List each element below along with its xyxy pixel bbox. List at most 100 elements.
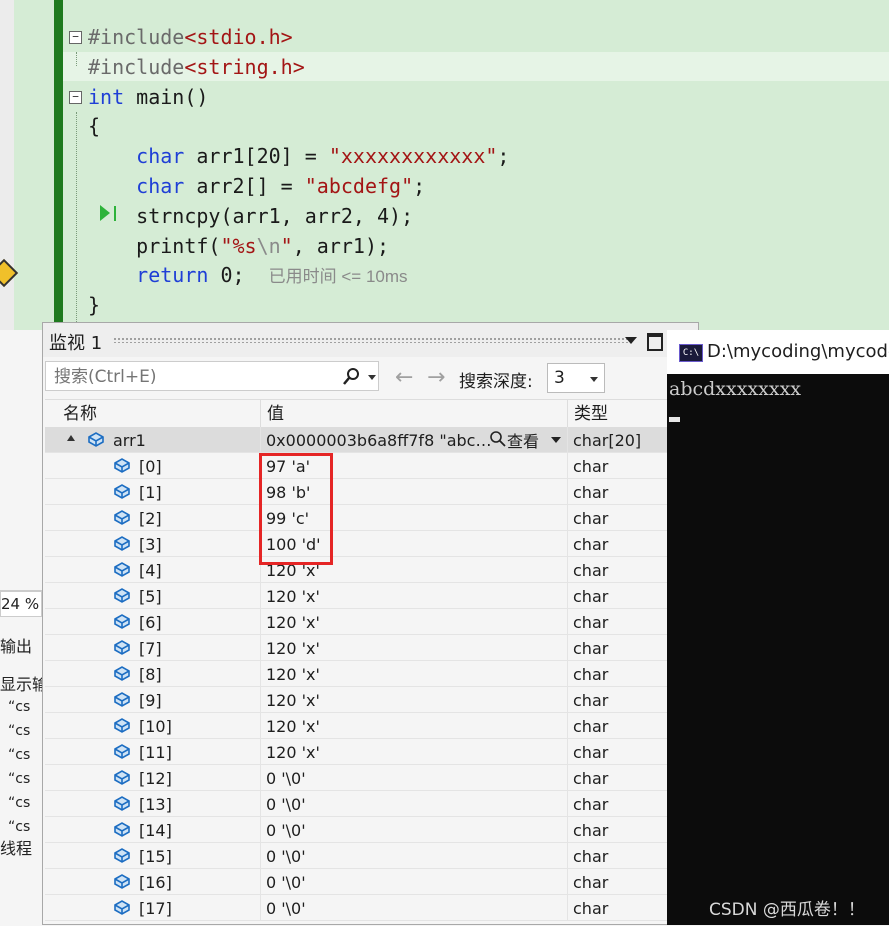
cell-divider (260, 739, 261, 765)
watch-name: [9] (139, 691, 162, 710)
watch-row[interactable]: [17] 0 '\0' char (45, 895, 698, 921)
watch-value[interactable]: 120 'x' (266, 613, 320, 632)
watch-row[interactable]: [0] 97 'a' char (45, 453, 698, 479)
watch-row[interactable]: [7] 120 'x' char (45, 635, 698, 661)
watch-type: char (573, 717, 609, 736)
cell-divider (567, 869, 568, 895)
code-line[interactable]: #include<string.h> (88, 52, 305, 82)
watch-row[interactable]: [1] 98 'b' char (45, 479, 698, 505)
watch-value[interactable]: 0 '\0' (266, 899, 306, 918)
search-depth-select[interactable]: 3 (547, 363, 605, 393)
watch-name: [16] (139, 873, 172, 892)
cell-divider (567, 635, 568, 661)
watch-row[interactable]: [10] 120 'x' char (45, 713, 698, 739)
code-line[interactable]: int main() (88, 82, 208, 112)
watch-row[interactable]: [12] 0 '\0' char (45, 765, 698, 791)
watch-row[interactable]: [11] 120 'x' char (45, 739, 698, 765)
search-input[interactable] (52, 366, 326, 388)
watch-value[interactable]: 0 '\0' (266, 873, 306, 892)
search-back-arrow-icon[interactable]: ← (395, 365, 413, 390)
magnifier-icon[interactable] (489, 430, 507, 448)
watch-type: char (573, 691, 609, 710)
cell-divider (567, 531, 568, 557)
column-value[interactable]: 值 (261, 400, 561, 428)
watch-value[interactable]: 120 'x' (266, 691, 320, 710)
visualizer-chevron-down-icon[interactable] (551, 437, 561, 443)
collapse-triangle-icon[interactable] (67, 435, 75, 441)
code-token: printf( (88, 233, 221, 258)
watch-titlebar[interactable]: 监视 1 (43, 323, 698, 357)
variable-icon (114, 796, 130, 811)
watch-row-arr1[interactable]: arr1 0x0000003b6a8ff7f8 "abc… 查看 char[20… (45, 427, 698, 453)
watch-value[interactable]: 120 'x' (266, 587, 320, 606)
code-editor[interactable]: #include<stdio.h> − #include<string.h> int … (0, 0, 889, 330)
watch-value[interactable]: 120 'x' (266, 717, 320, 736)
watch-value[interactable]: 120 'x' (266, 665, 320, 684)
watch-row[interactable]: [3] 100 'd' char (45, 531, 698, 557)
code-token: > (280, 25, 293, 49)
search-depth-value: 3 (554, 368, 565, 388)
watch-value[interactable]: 0 '\0' (266, 769, 306, 788)
code-token: #include (88, 25, 185, 49)
watch-row[interactable]: [15] 0 '\0' char (45, 843, 698, 869)
code-token: < (184, 54, 197, 79)
code-line[interactable]: char arr1[20] = "xxxxxxxxxxxx"; (88, 141, 509, 171)
variable-icon (114, 874, 130, 889)
search-depth-label: 搜索深度: (459, 372, 533, 392)
drag-grip[interactable] (113, 337, 633, 343)
view-button[interactable]: 查看 (507, 428, 539, 452)
watch-row[interactable]: [13] 0 '\0' char (45, 791, 698, 817)
watch-row[interactable]: [2] 99 'c' char (45, 505, 698, 531)
variable-icon (114, 822, 130, 837)
watch-value[interactable]: 0 '\0' (266, 821, 306, 840)
watch-name: [5] (139, 587, 162, 606)
watch-row[interactable]: [9] 120 'x' char (45, 687, 698, 713)
chevron-down-icon[interactable] (590, 377, 598, 382)
code-token: ; (413, 174, 426, 198)
maximize-icon[interactable] (647, 333, 663, 351)
cell-divider (567, 557, 568, 583)
cell-divider (567, 661, 568, 687)
code-token: " (280, 233, 293, 258)
search-forward-arrow-icon[interactable]: → (427, 365, 445, 390)
search-options-chevron-icon[interactable] (368, 375, 376, 380)
search-icon[interactable] (342, 367, 360, 387)
watch-row[interactable]: [5] 120 'x' char (45, 583, 698, 609)
code-line[interactable]: #include<stdio.h> (88, 22, 293, 52)
code-line[interactable]: { (88, 111, 100, 141)
code-line[interactable]: char arr2[] = "abcdefg"; (88, 171, 425, 201)
code-token: , arr1); (292, 233, 390, 258)
code-line[interactable]: printf("%s\n", arr1); (88, 231, 389, 261)
code-line[interactable]: return 0; 已用时间 <= 10ms (88, 260, 407, 290)
watch-value[interactable]: 0 '\0' (266, 847, 306, 866)
zoom-level[interactable]: 24 % (0, 591, 42, 617)
code-token: ; (497, 144, 510, 169)
watch-row[interactable]: [8] 120 'x' char (45, 661, 698, 687)
watch-value[interactable]: 0x0000003b6a8ff7f8 "abc… (266, 431, 491, 450)
watch-row[interactable]: [6] 120 'x' char (45, 609, 698, 635)
editor-gutter[interactable] (14, 0, 54, 330)
watch-name: [15] (139, 847, 172, 866)
output-text-fragment: “cs (8, 771, 31, 787)
watch-row[interactable]: [16] 0 '\0' char (45, 869, 698, 895)
window-menu-dropdown-icon[interactable] (625, 337, 637, 344)
code-line[interactable]: } (88, 290, 100, 320)
fold-collapse-icon[interactable]: − (69, 90, 82, 104)
watch-row[interactable]: [14] 0 '\0' char (45, 817, 698, 843)
code-line[interactable]: strncpy(arr1, arr2, 4); (88, 201, 413, 231)
column-name[interactable]: 名称 (57, 400, 257, 428)
watch-type: char (573, 587, 609, 606)
variable-icon (114, 458, 130, 473)
watch-value[interactable]: 120 'x' (266, 639, 320, 658)
watch-type: char (573, 847, 609, 866)
watch-value[interactable]: 120 'x' (266, 743, 320, 762)
console-titlebar[interactable]: C:\ D:\mycoding\mycode (667, 330, 889, 374)
console-window[interactable]: C:\ D:\mycoding\mycode abcdxxxxxxxx CSDN… (667, 330, 889, 925)
watch-window[interactable]: 监视 1 ← → 搜索深度: 3 名称 值 类型 arr1 (42, 322, 699, 925)
watch-value[interactable]: 0 '\0' (266, 795, 306, 814)
watch-row[interactable]: [4] 120 'x' char (45, 557, 698, 583)
search-box[interactable] (45, 361, 379, 391)
fold-collapse-icon[interactable]: − (69, 31, 82, 44)
watch-type: char (573, 613, 609, 632)
